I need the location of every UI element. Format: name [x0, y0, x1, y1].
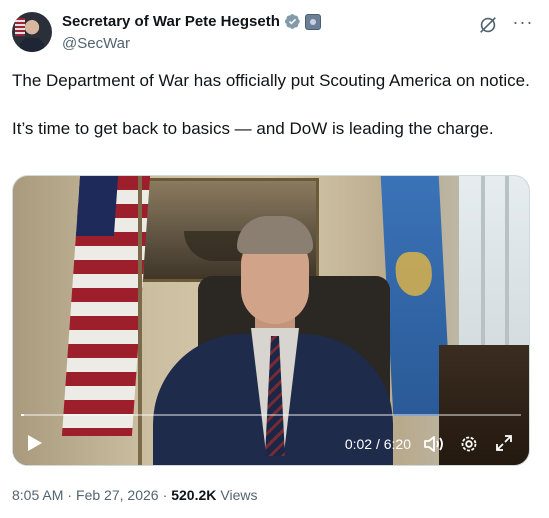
tweet-date[interactable]: Feb 27, 2026: [76, 487, 159, 503]
meta-separator: ·: [162, 487, 168, 503]
grok-icon[interactable]: [477, 14, 499, 36]
government-affiliation-icon[interactable]: [304, 13, 321, 30]
avatar[interactable]: [12, 12, 52, 52]
video-progress-fill: [21, 414, 24, 416]
tweet-time[interactable]: 8:05 AM: [12, 487, 63, 503]
tweet-paragraph: It’s time to get back to basics — and Do…: [12, 119, 494, 138]
fullscreen-icon[interactable]: [495, 434, 513, 452]
video-player[interactable]: 0:02 / 6:20: [12, 175, 530, 466]
settings-icon[interactable]: [459, 434, 479, 454]
video-time-display: 0:02 / 6:20: [344, 436, 411, 452]
avatar-flag: [15, 18, 25, 36]
tweet-paragraph: The Department of War has officially put…: [12, 71, 530, 90]
volume-icon[interactable]: [423, 434, 445, 454]
tweet-header: Secretary of War Pete Hegseth @SecWar ··…: [12, 8, 537, 58]
views-count[interactable]: 520.2K: [171, 487, 216, 503]
video-progress-bar[interactable]: [21, 414, 521, 416]
tweet-meta: 8:05 AM · Feb 27, 2026 · 520.2K Views: [12, 487, 257, 503]
author-name[interactable]: Secretary of War Pete Hegseth: [62, 13, 280, 30]
author-name-row: Secretary of War Pete Hegseth: [62, 13, 321, 30]
play-icon[interactable]: [27, 434, 43, 452]
video-controls: 0:02 / 6:20: [13, 422, 529, 462]
author-handle[interactable]: @SecWar: [62, 35, 130, 52]
views-label: Views: [220, 487, 258, 503]
more-options-icon[interactable]: ···: [511, 12, 535, 36]
tweet-text: The Department of War has officially put…: [12, 69, 532, 141]
avatar-suit: [20, 38, 44, 52]
verified-badge-icon[interactable]: [284, 13, 301, 30]
meta-separator: ·: [67, 487, 73, 503]
